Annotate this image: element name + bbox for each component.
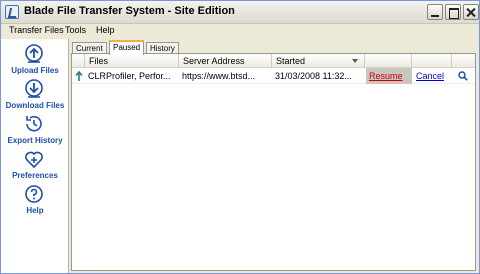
- row-cancel-cell: Cancel: [413, 68, 452, 84]
- header-server-address[interactable]: Server Address: [179, 54, 272, 68]
- sidebar-item-export-history[interactable]: Export History: [1, 114, 69, 148]
- app-icon: [5, 5, 19, 19]
- sidebar: Upload Files Download Files Export Histo…: [1, 39, 69, 273]
- header-cancel-col: [412, 54, 452, 68]
- header-details-col: [452, 54, 475, 68]
- header-started[interactable]: Started: [272, 54, 365, 68]
- sidebar-item-label: Download Files: [5, 101, 65, 110]
- menu-help[interactable]: Help: [96, 25, 115, 35]
- window-title: Blade File Transfer System - Site Editio…: [24, 5, 235, 17]
- tab-paused[interactable]: Paused: [109, 40, 145, 55]
- header-started-label: Started: [276, 56, 306, 66]
- app-window: Blade File Transfer System - Site Editio…: [0, 0, 480, 274]
- download-icon: [25, 79, 43, 98]
- sidebar-item-label: Preferences: [12, 171, 58, 180]
- magnifier-icon[interactable]: [458, 71, 468, 81]
- export-history-icon: [26, 115, 42, 132]
- help-icon: [25, 185, 43, 203]
- menu-transfer-files[interactable]: Transfer Files: [9, 25, 64, 35]
- sort-desc-icon: [352, 59, 358, 63]
- minimize-button[interactable]: [427, 4, 443, 20]
- transfers-table: Files Server Address Started CLRProfiler…: [71, 53, 476, 271]
- table-row[interactable]: CLRProfiler, Perfor... https://www.btsd.…: [72, 68, 475, 84]
- header-resume-col: [365, 54, 412, 68]
- row-started: 31/03/2008 11:32...: [275, 71, 352, 81]
- header-files[interactable]: Files: [85, 54, 179, 68]
- sidebar-item-preferences[interactable]: Preferences: [1, 149, 69, 183]
- sidebar-item-label: Export History: [7, 136, 63, 145]
- title-bar[interactable]: Blade File Transfer System - Site Editio…: [1, 1, 479, 24]
- main-panel: Current Paused History Files Server Addr…: [70, 39, 479, 273]
- resume-link[interactable]: Resume: [369, 71, 403, 81]
- sidebar-item-label: Help: [26, 206, 44, 215]
- header-spacer: [72, 54, 85, 68]
- cancel-link[interactable]: Cancel: [416, 71, 444, 81]
- sidebar-item-label: Upload Files: [11, 66, 59, 75]
- upload-arrow-icon: [75, 71, 83, 81]
- sidebar-item-download-files[interactable]: Download Files: [1, 79, 69, 113]
- row-resume-cell: Resume: [366, 68, 412, 84]
- sidebar-item-help[interactable]: Help: [1, 184, 69, 218]
- preferences-icon: [25, 151, 43, 169]
- maximize-button[interactable]: [445, 4, 461, 20]
- menu-tools[interactable]: Tools: [65, 25, 86, 35]
- menu-bar: Transfer Files Tools Help: [1, 24, 479, 38]
- sidebar-item-upload-files[interactable]: Upload Files: [1, 44, 69, 78]
- row-server-address: https://www.btsd...: [182, 71, 256, 81]
- close-button[interactable]: [463, 4, 479, 20]
- row-file-name: CLRProfiler, Perfor...: [88, 71, 171, 81]
- table-header: Files Server Address Started: [72, 54, 475, 68]
- upload-icon: [25, 44, 43, 63]
